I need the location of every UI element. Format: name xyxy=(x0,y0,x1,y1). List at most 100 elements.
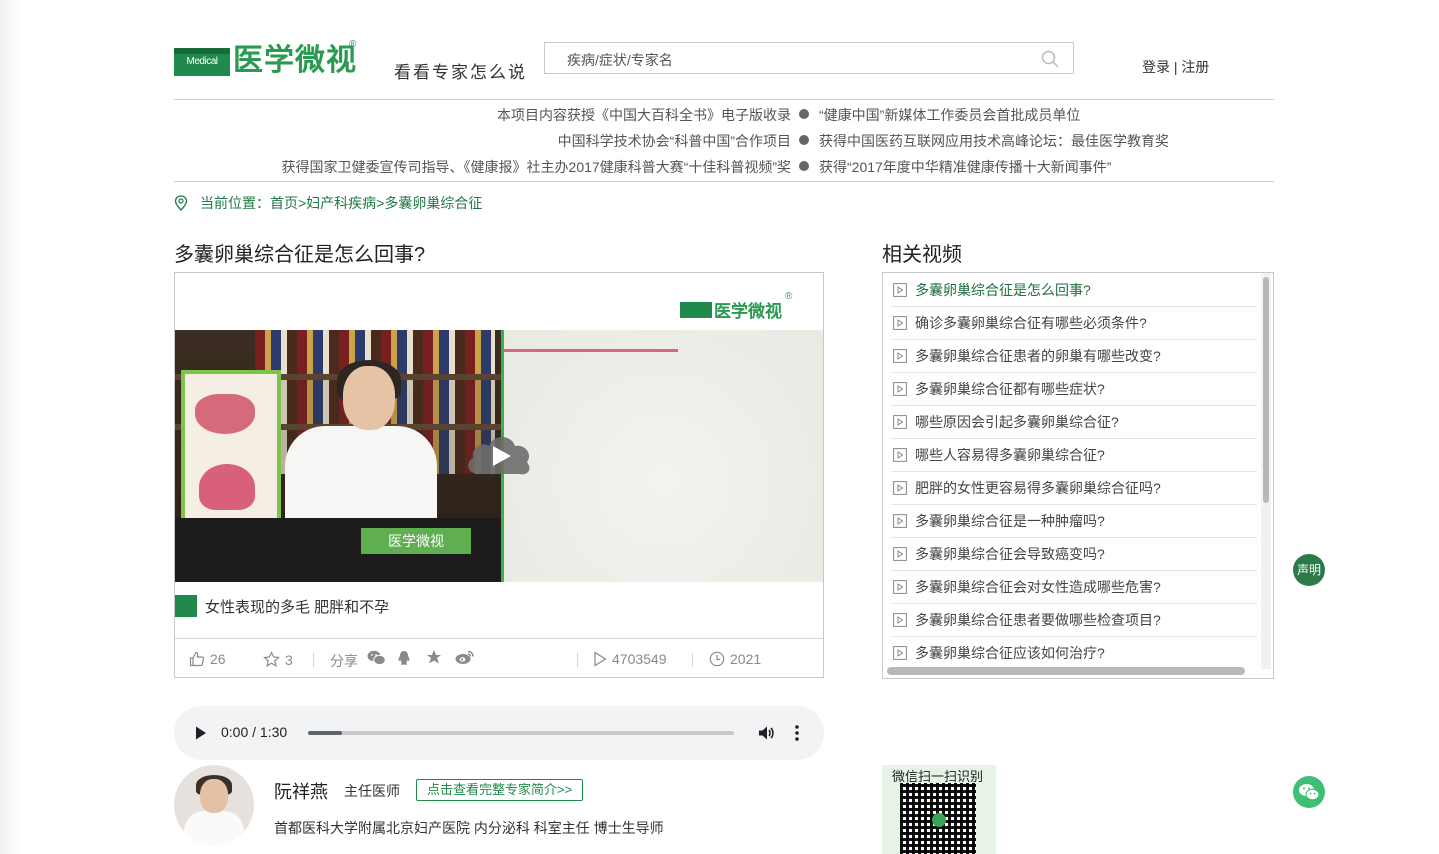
qq-share-icon[interactable] xyxy=(397,650,411,666)
video-item-icon xyxy=(893,448,907,462)
related-item-separator xyxy=(891,372,1257,373)
doctor-head xyxy=(343,366,395,430)
register-link[interactable]: 注册 xyxy=(1181,59,1209,75)
doctor-avatar[interactable] xyxy=(174,765,254,845)
related-video-list[interactable]: 多囊卵巢综合征是怎么回事? 确诊多囊卵巢综合征有哪些必须条件? 多囊卵巢综合征患者的… xyxy=(882,272,1274,679)
related-video-title: 肥胖的女性更容易得多囊卵巢综合征吗? xyxy=(915,480,1161,496)
breadcrumb-current[interactable]: 多囊卵巢综合征 xyxy=(384,193,482,213)
avatar-body xyxy=(184,811,244,845)
search-icon[interactable] xyxy=(1041,50,1059,68)
related-video-item[interactable]: 多囊卵巢综合征应该如何治疗? xyxy=(893,642,1253,664)
breadcrumb-category[interactable]: 妇产科疾病 xyxy=(306,193,376,213)
weibo-share-icon[interactable] xyxy=(455,649,475,665)
video-item-icon xyxy=(893,415,907,429)
related-video-title: 多囊卵巢综合征会导致癌变吗? xyxy=(915,546,1105,562)
honor-left-1: 本项目内容获授《中国大百科全书》电子版收录 xyxy=(497,107,791,123)
wechat-share-icon[interactable] xyxy=(367,650,386,666)
qr-center-logo xyxy=(932,813,946,827)
site-logo[interactable]: Medical Video 医学微视 ® xyxy=(174,39,359,95)
desk-nameplate: 医学微视 xyxy=(361,528,471,554)
related-item-separator xyxy=(891,339,1257,340)
player-watermark-logo: 医学微视 ® xyxy=(680,291,800,321)
breadcrumb-sep: > xyxy=(298,195,307,211)
related-video-item[interactable]: 肥胖的女性更容易得多囊卵巢综合征吗? xyxy=(893,477,1253,499)
play-icon[interactable] xyxy=(465,430,533,480)
related-video-item[interactable]: 哪些人容易得多囊卵巢综合征? xyxy=(893,444,1253,466)
subtitle-text: 女性表现的多毛 肥胖和不孕 xyxy=(205,599,390,616)
video-frame[interactable]: 医学微视 xyxy=(175,330,823,582)
favorite-count: 3 xyxy=(285,651,293,668)
related-video-item[interactable]: 多囊卵巢综合征都有哪些症状? xyxy=(893,378,1253,400)
audio-play-icon[interactable] xyxy=(194,725,208,741)
logo-box: Medical Video xyxy=(174,48,230,95)
related-video-item[interactable]: 多囊卵巢综合征患者的卵巢有哪些改变? xyxy=(893,345,1253,367)
video-item-icon xyxy=(893,547,907,561)
video-item-icon xyxy=(893,580,907,594)
related-item-separator xyxy=(891,471,1257,472)
honor-left-3: 获得国家卫健委宣传司指导、《健康报》社主办2017健康科普大赛“十佳科普视频”奖 xyxy=(281,159,791,175)
related-video-item[interactable]: 多囊卵巢综合征是怎么回事? xyxy=(893,279,1253,301)
related-video-item[interactable]: 多囊卵巢综合征是一种肿瘤吗? xyxy=(893,510,1253,532)
related-item-separator xyxy=(891,504,1257,505)
related-video-title: 多囊卵巢综合征应该如何治疗? xyxy=(915,645,1105,661)
studio-scene: 医学微视 xyxy=(175,330,501,582)
related-item-separator xyxy=(891,438,1257,439)
related-video-item[interactable]: 确诊多囊卵巢综合征有哪些必须条件? xyxy=(893,312,1253,334)
player-logo-text: 医学微视 xyxy=(714,302,782,321)
audio-progress-track[interactable] xyxy=(308,731,734,735)
qzone-share-icon[interactable] xyxy=(426,649,442,665)
related-video-item[interactable]: 多囊卵巢综合征会导致癌变吗? xyxy=(893,543,1253,565)
related-title: 相关视频 xyxy=(882,244,962,266)
list-vertical-scrollbar[interactable] xyxy=(1263,277,1269,503)
like-count: 26 xyxy=(210,651,226,667)
related-video-item[interactable]: 多囊卵巢综合征患者要做哪些检查项目? xyxy=(893,609,1253,631)
related-video-title: 多囊卵巢综合征都有哪些症状? xyxy=(915,381,1105,397)
favorite-button[interactable]: 3 xyxy=(263,651,293,668)
header-divider xyxy=(174,99,1274,100)
slide-panel xyxy=(504,330,823,582)
list-horizontal-scrollbar[interactable] xyxy=(887,667,1245,675)
related-item-separator xyxy=(891,603,1257,604)
page-edge-shadow xyxy=(0,0,22,854)
more-options-icon[interactable] xyxy=(794,723,800,743)
view-count-value: 4703549 xyxy=(612,651,667,667)
related-video-title: 哪些人容易得多囊卵巢综合征? xyxy=(915,447,1105,463)
video-item-icon xyxy=(893,514,907,528)
breadcrumb-home[interactable]: 首页 xyxy=(270,193,298,213)
publish-year: 2021 xyxy=(709,651,761,667)
related-item-separator xyxy=(891,537,1257,538)
volume-icon[interactable] xyxy=(757,724,775,742)
star-icon xyxy=(263,651,280,668)
doctor-profile-button[interactable]: 点击查看完整专家简介>> xyxy=(416,779,584,801)
video-subtitle: 女性表现的多毛 肥胖和不孕 xyxy=(175,593,823,619)
logo-text: 医学微视 xyxy=(233,44,357,77)
poster-organ xyxy=(199,464,255,510)
audio-time: 0:00 / 1:30 xyxy=(221,724,288,740)
wechat-float-button[interactable] xyxy=(1293,776,1325,808)
video-item-icon xyxy=(893,316,907,330)
player-stats-bar: 26 3 分享 4703549 2021 xyxy=(175,638,823,679)
related-video-title: 多囊卵巢综合征是怎么回事? xyxy=(915,282,1091,298)
stats-separator xyxy=(313,653,314,667)
related-video-item[interactable]: 哪些原因会引起多囊卵巢综合征? xyxy=(893,411,1253,433)
related-video-item[interactable]: 多囊卵巢综合征会对女性造成哪些危害? xyxy=(893,576,1253,598)
honor-left-2: 中国科学技术协会“科普中国”合作项目 xyxy=(557,133,791,149)
search-input[interactable] xyxy=(565,49,1029,71)
video-item-icon xyxy=(893,349,907,363)
stats-separator xyxy=(692,653,693,667)
related-item-separator xyxy=(891,570,1257,571)
video-title: 多囊卵巢综合征是怎么回事? xyxy=(174,244,426,266)
share-label: 分享 xyxy=(330,651,358,671)
breadcrumb-prefix: 当前位置： xyxy=(200,195,270,211)
breadcrumb-sep: > xyxy=(376,195,385,211)
honor-bullet xyxy=(799,135,809,145)
doctor-organization: 首都医科大学附属北京妇产医院 内分泌科 科室主任 博士生导师 xyxy=(274,820,664,836)
honor-right-3: 获得“2017年度中华精准健康传播十大新闻事件” xyxy=(819,159,1112,175)
honor-bullet xyxy=(799,109,809,119)
like-button[interactable]: 26 xyxy=(189,651,226,667)
publish-year-value: 2021 xyxy=(730,651,762,667)
login-link[interactable]: 登录 xyxy=(1142,59,1170,75)
statement-button[interactable]: 声明 xyxy=(1293,554,1325,586)
related-video-title: 多囊卵巢综合征是一种肿瘤吗? xyxy=(915,513,1105,529)
related-video-title: 多囊卵巢综合征患者要做哪些检查项目? xyxy=(915,612,1161,628)
